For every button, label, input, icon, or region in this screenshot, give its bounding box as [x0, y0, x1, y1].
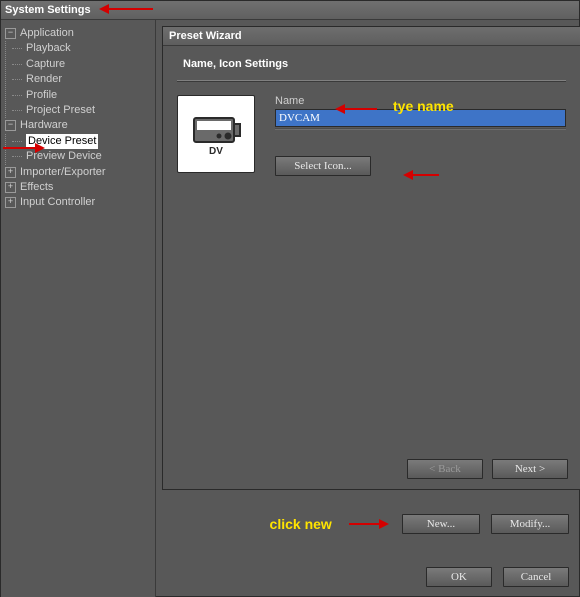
tree-node-importer-exporter[interactable]: +Importer/Exporter — [5, 165, 151, 180]
tree-node-application[interactable]: −Application Playback Capture Render Pro… — [5, 26, 151, 118]
collapse-icon[interactable]: − — [5, 120, 16, 131]
select-icon-button[interactable]: Select Icon... — [275, 156, 371, 176]
tree-node-capture[interactable]: Capture — [12, 57, 151, 72]
ok-button[interactable]: OK — [426, 567, 492, 587]
tree-node-device-preset[interactable]: Device Preset — [12, 134, 151, 149]
tree-node-project-preset[interactable]: Project Preset — [12, 103, 151, 118]
tree-node-hardware[interactable]: −Hardware Device Preset Preview Device — [5, 118, 151, 164]
settings-tree: −Application Playback Capture Render Pro… — [1, 20, 156, 597]
new-button[interactable]: New... — [402, 514, 480, 534]
back-button[interactable]: < Back — [407, 459, 483, 479]
tree-node-render[interactable]: Render — [12, 72, 151, 87]
right-pane: Preset Wizard Name, Icon Settings — [156, 20, 579, 597]
tree-node-playback[interactable]: Playback — [12, 41, 151, 56]
tree-node-effects[interactable]: +Effects — [5, 180, 151, 195]
wizard-title: Preset Wizard — [169, 30, 242, 42]
wizard-section-label: Name, Icon Settings — [183, 58, 566, 70]
modify-button[interactable]: Modify... — [491, 514, 569, 534]
cancel-button[interactable]: Cancel — [503, 567, 569, 587]
name-input[interactable] — [275, 109, 566, 127]
preset-icon-preview: DV — [177, 95, 255, 173]
annotation-label-clicknew: click new — [270, 516, 332, 532]
wizard-titlebar[interactable]: Preset Wizard — [163, 27, 580, 46]
expand-icon[interactable]: + — [5, 167, 16, 178]
tree-node-profile[interactable]: Profile — [12, 88, 151, 103]
divider — [177, 80, 566, 81]
divider — [275, 128, 566, 130]
device-preset-buttons: click new New... Modify... — [162, 506, 580, 542]
dv-camera-icon: DV — [190, 108, 242, 160]
tree-node-preview-device[interactable]: Preview Device — [12, 149, 151, 164]
wizard-nav: < Back Next > — [401, 459, 568, 479]
window-title: System Settings — [5, 4, 91, 16]
tree-node-input-controller[interactable]: +Input Controller — [5, 195, 151, 210]
name-field-label: Name — [275, 95, 566, 107]
dialog-buttons: OK Cancel — [418, 567, 569, 587]
preset-wizard: Preset Wizard Name, Icon Settings — [162, 26, 580, 490]
expand-icon[interactable]: + — [5, 182, 16, 193]
collapse-icon[interactable]: − — [5, 28, 16, 39]
window-titlebar[interactable]: System Settings — [1, 1, 579, 20]
annotation-arrow-new — [347, 517, 391, 531]
expand-icon[interactable]: + — [5, 197, 16, 208]
svg-text:DV: DV — [209, 146, 223, 157]
next-button[interactable]: Next > — [492, 459, 568, 479]
